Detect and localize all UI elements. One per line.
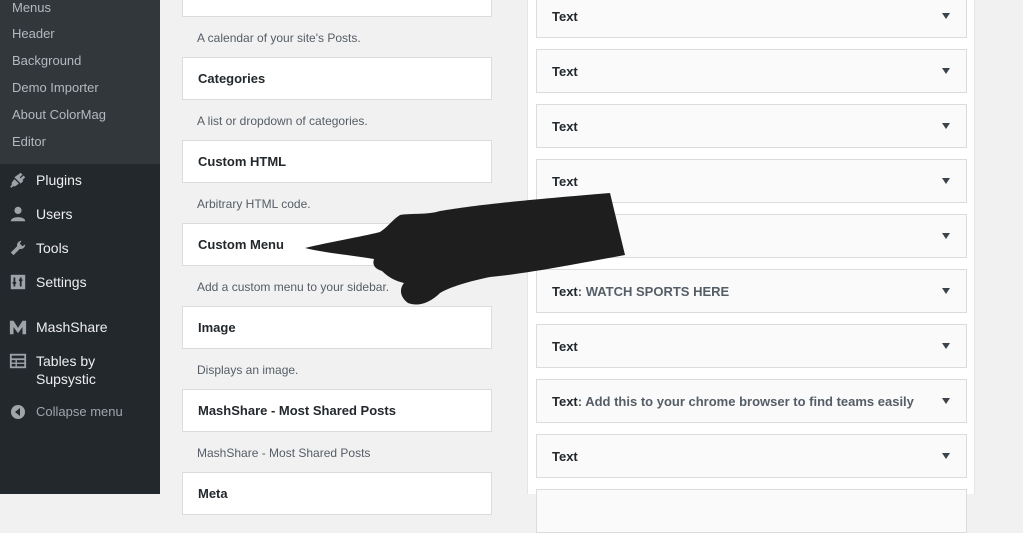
expand-arrow-icon[interactable] xyxy=(942,343,950,349)
menu-label: Tools xyxy=(36,240,69,256)
pointing-hand-icon xyxy=(305,193,625,305)
sidebar-widget-title: Text xyxy=(552,9,578,24)
widget-title: Image xyxy=(198,320,236,335)
expand-arrow-icon[interactable] xyxy=(942,68,950,74)
sidebar-widget-title: Text xyxy=(552,339,578,354)
widget-categories[interactable]: Categories xyxy=(182,57,492,100)
expand-arrow-icon[interactable] xyxy=(942,178,950,184)
menu-label: Plugins xyxy=(36,172,82,188)
sidebar-widget-text[interactable]: Text xyxy=(536,0,967,38)
admin-sidebar: Menus Header Background Demo Importer Ab… xyxy=(0,0,160,494)
collapse-icon xyxy=(11,405,25,419)
widget-description: Arbitrary HTML code. xyxy=(197,197,311,211)
menu-label: MashShare xyxy=(36,319,108,335)
submenu-item-menus[interactable]: Menus xyxy=(12,0,51,16)
widget-calendar[interactable] xyxy=(182,0,492,17)
submenu-item-header[interactable]: Header xyxy=(12,26,55,42)
menu-label: Settings xyxy=(36,274,87,290)
expand-arrow-icon[interactable] xyxy=(942,123,950,129)
sidebar-widget-text[interactable]: Text xyxy=(536,104,967,148)
sidebar-widget-text[interactable]: Text: Add this to your chrome browser to… xyxy=(536,379,967,423)
user-icon xyxy=(10,206,26,222)
sidebar-widget-text[interactable]: Text xyxy=(536,434,967,478)
menu-label: Tables by Supsystic xyxy=(36,353,96,387)
sidebar-widget-text[interactable]: Text xyxy=(536,49,967,93)
submenu-item-editor[interactable]: Editor xyxy=(12,134,46,150)
expand-arrow-icon[interactable] xyxy=(942,233,950,239)
mashshare-logo-icon xyxy=(9,320,27,335)
widget-title: Custom Menu xyxy=(198,237,284,252)
submenu-item-demo-importer[interactable]: Demo Importer xyxy=(12,80,99,96)
widget-mashshare-most-shared[interactable]: MashShare - Most Shared Posts xyxy=(182,389,492,432)
widget-description: A list or dropdown of categories. xyxy=(197,114,368,128)
submenu-item-background[interactable]: Background xyxy=(12,53,81,69)
sidebar-widget-title: Text xyxy=(552,449,578,464)
collapse-menu-button[interactable]: Collapse menu xyxy=(0,403,160,423)
expand-arrow-icon[interactable] xyxy=(942,453,950,459)
expand-arrow-icon[interactable] xyxy=(942,398,950,404)
menu-label: Users xyxy=(36,206,73,222)
widget-description: MashShare - Most Shared Posts xyxy=(197,446,371,460)
widget-custom-html[interactable]: Custom HTML xyxy=(182,140,492,183)
widget-title: Custom HTML xyxy=(198,154,287,169)
widget-image[interactable]: Image xyxy=(182,306,492,349)
widget-title: Categories xyxy=(198,71,266,86)
expand-arrow-icon[interactable] xyxy=(942,288,950,294)
widget-description: Displays an image. xyxy=(197,363,299,377)
settings-icon xyxy=(10,274,26,290)
wrench-icon xyxy=(10,240,26,256)
table-icon xyxy=(9,353,27,369)
sidebar-widget-title: Text xyxy=(552,64,578,79)
sidebar-widget-text[interactable] xyxy=(536,489,967,533)
sidebar-widget-title: Text xyxy=(552,119,578,134)
sidebar-widget-title: Text: Add this to your chrome browser to… xyxy=(552,394,914,409)
plug-icon xyxy=(10,172,26,188)
widget-description: A calendar of your site's Posts. xyxy=(197,31,361,45)
sidebar-widget-text[interactable]: Text xyxy=(536,324,967,368)
widget-title: MashShare - Most Shared Posts xyxy=(198,403,396,418)
expand-arrow-icon[interactable] xyxy=(942,13,950,19)
appearance-submenu: Menus Header Background Demo Importer Ab… xyxy=(0,0,160,164)
submenu-item-about-colormag[interactable]: About ColorMag xyxy=(12,107,106,123)
collapse-menu-label: Collapse menu xyxy=(36,404,123,419)
